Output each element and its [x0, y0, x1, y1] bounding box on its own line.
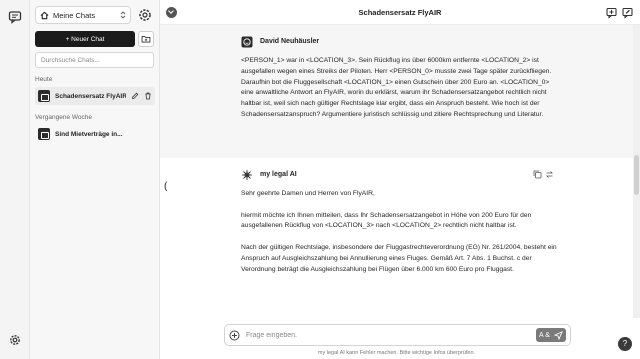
message-text: <PERSON_1> war in <LOCATION_3>. Sein Rüc…: [241, 57, 552, 118]
new-chat-icon[interactable]: [606, 7, 618, 19]
chat-item-schadensersatz[interactable]: Schadensersatz FlyAIR: [35, 87, 155, 105]
stray-character: (: [164, 181, 168, 192]
edit-chat-icon[interactable]: [622, 7, 634, 19]
ai-message: my legal AI Sehr geehrte Damen und Herre…: [160, 158, 633, 318]
message-author: David Neuhäusler: [260, 38, 320, 45]
sidebar: Meine Chats + Neuer Chat Heute Schadense…: [30, 0, 160, 359]
message-paragraph: hiermit möchte ich Ihnen mitteilen, dass…: [241, 211, 532, 230]
home-icon: [40, 11, 49, 19]
new-chat-button[interactable]: + Neuer Chat: [35, 31, 135, 47]
message-composer: A &: [224, 324, 571, 346]
settings-gear-icon[interactable]: [8, 333, 22, 347]
message-author: my legal AI: [260, 171, 297, 178]
regenerate-icon[interactable]: [545, 170, 554, 179]
chat-search-input[interactable]: [35, 52, 154, 68]
edit-pencil-icon[interactable]: [131, 92, 139, 100]
send-button-label: A &: [539, 331, 550, 339]
chat-bubble-icon[interactable]: [8, 10, 22, 24]
add-attachment-icon[interactable]: [229, 330, 240, 341]
disclaimer-text: my legal AI kann Fehler machen. Bitte wi…: [317, 350, 476, 356]
workspace-select[interactable]: Meine Chats: [35, 6, 131, 24]
copy-icon[interactable]: [533, 170, 542, 179]
chat-item-title: Schadensersatz FlyAIR: [55, 92, 126, 100]
user-message: David Neuhäusler <PERSON_1> war in <LOCA…: [160, 25, 633, 158]
chevron-updown-icon: [120, 11, 126, 19]
trash-icon[interactable]: [144, 92, 152, 100]
help-button[interactable]: ?: [618, 337, 632, 351]
chat-header: Schadensersatz FlyAIR: [160, 0, 640, 25]
ai-logo-icon: [242, 170, 252, 180]
calendar-icon: [38, 90, 50, 102]
workspace-settings-gear-icon[interactable]: [137, 7, 153, 23]
ai-message-text: Sehr geehrte Damen und Herren von FlyAIR…: [241, 189, 561, 286]
message-paragraph: Nach der gültigen Rechtslage, insbesonde…: [241, 243, 557, 273]
question-input[interactable]: [246, 331, 530, 339]
group-label-today: Heute: [35, 76, 53, 83]
message-paragraph: Sehr geehrte Damen und Herren von FlyAIR…: [241, 190, 375, 197]
chat-title: Schadensersatz FlyAIR: [358, 8, 442, 17]
icon-rail: [0, 0, 30, 359]
new-folder-icon[interactable]: [138, 31, 154, 47]
send-icon: [554, 330, 563, 340]
workspace-label: Meine Chats: [53, 10, 96, 20]
chat-item-title: Sind Mietverträge in...: [55, 130, 123, 138]
scrollbar-thumb[interactable]: [634, 155, 639, 195]
chat-item-mietvertraege[interactable]: Sind Mietverträge in...: [35, 125, 155, 143]
scrollbar[interactable]: [633, 25, 640, 318]
calendar-icon: [38, 128, 50, 140]
user-avatar-icon: [241, 36, 253, 48]
group-label-last-week: Vergangene Woche: [35, 114, 92, 121]
send-button[interactable]: A &: [536, 328, 566, 342]
